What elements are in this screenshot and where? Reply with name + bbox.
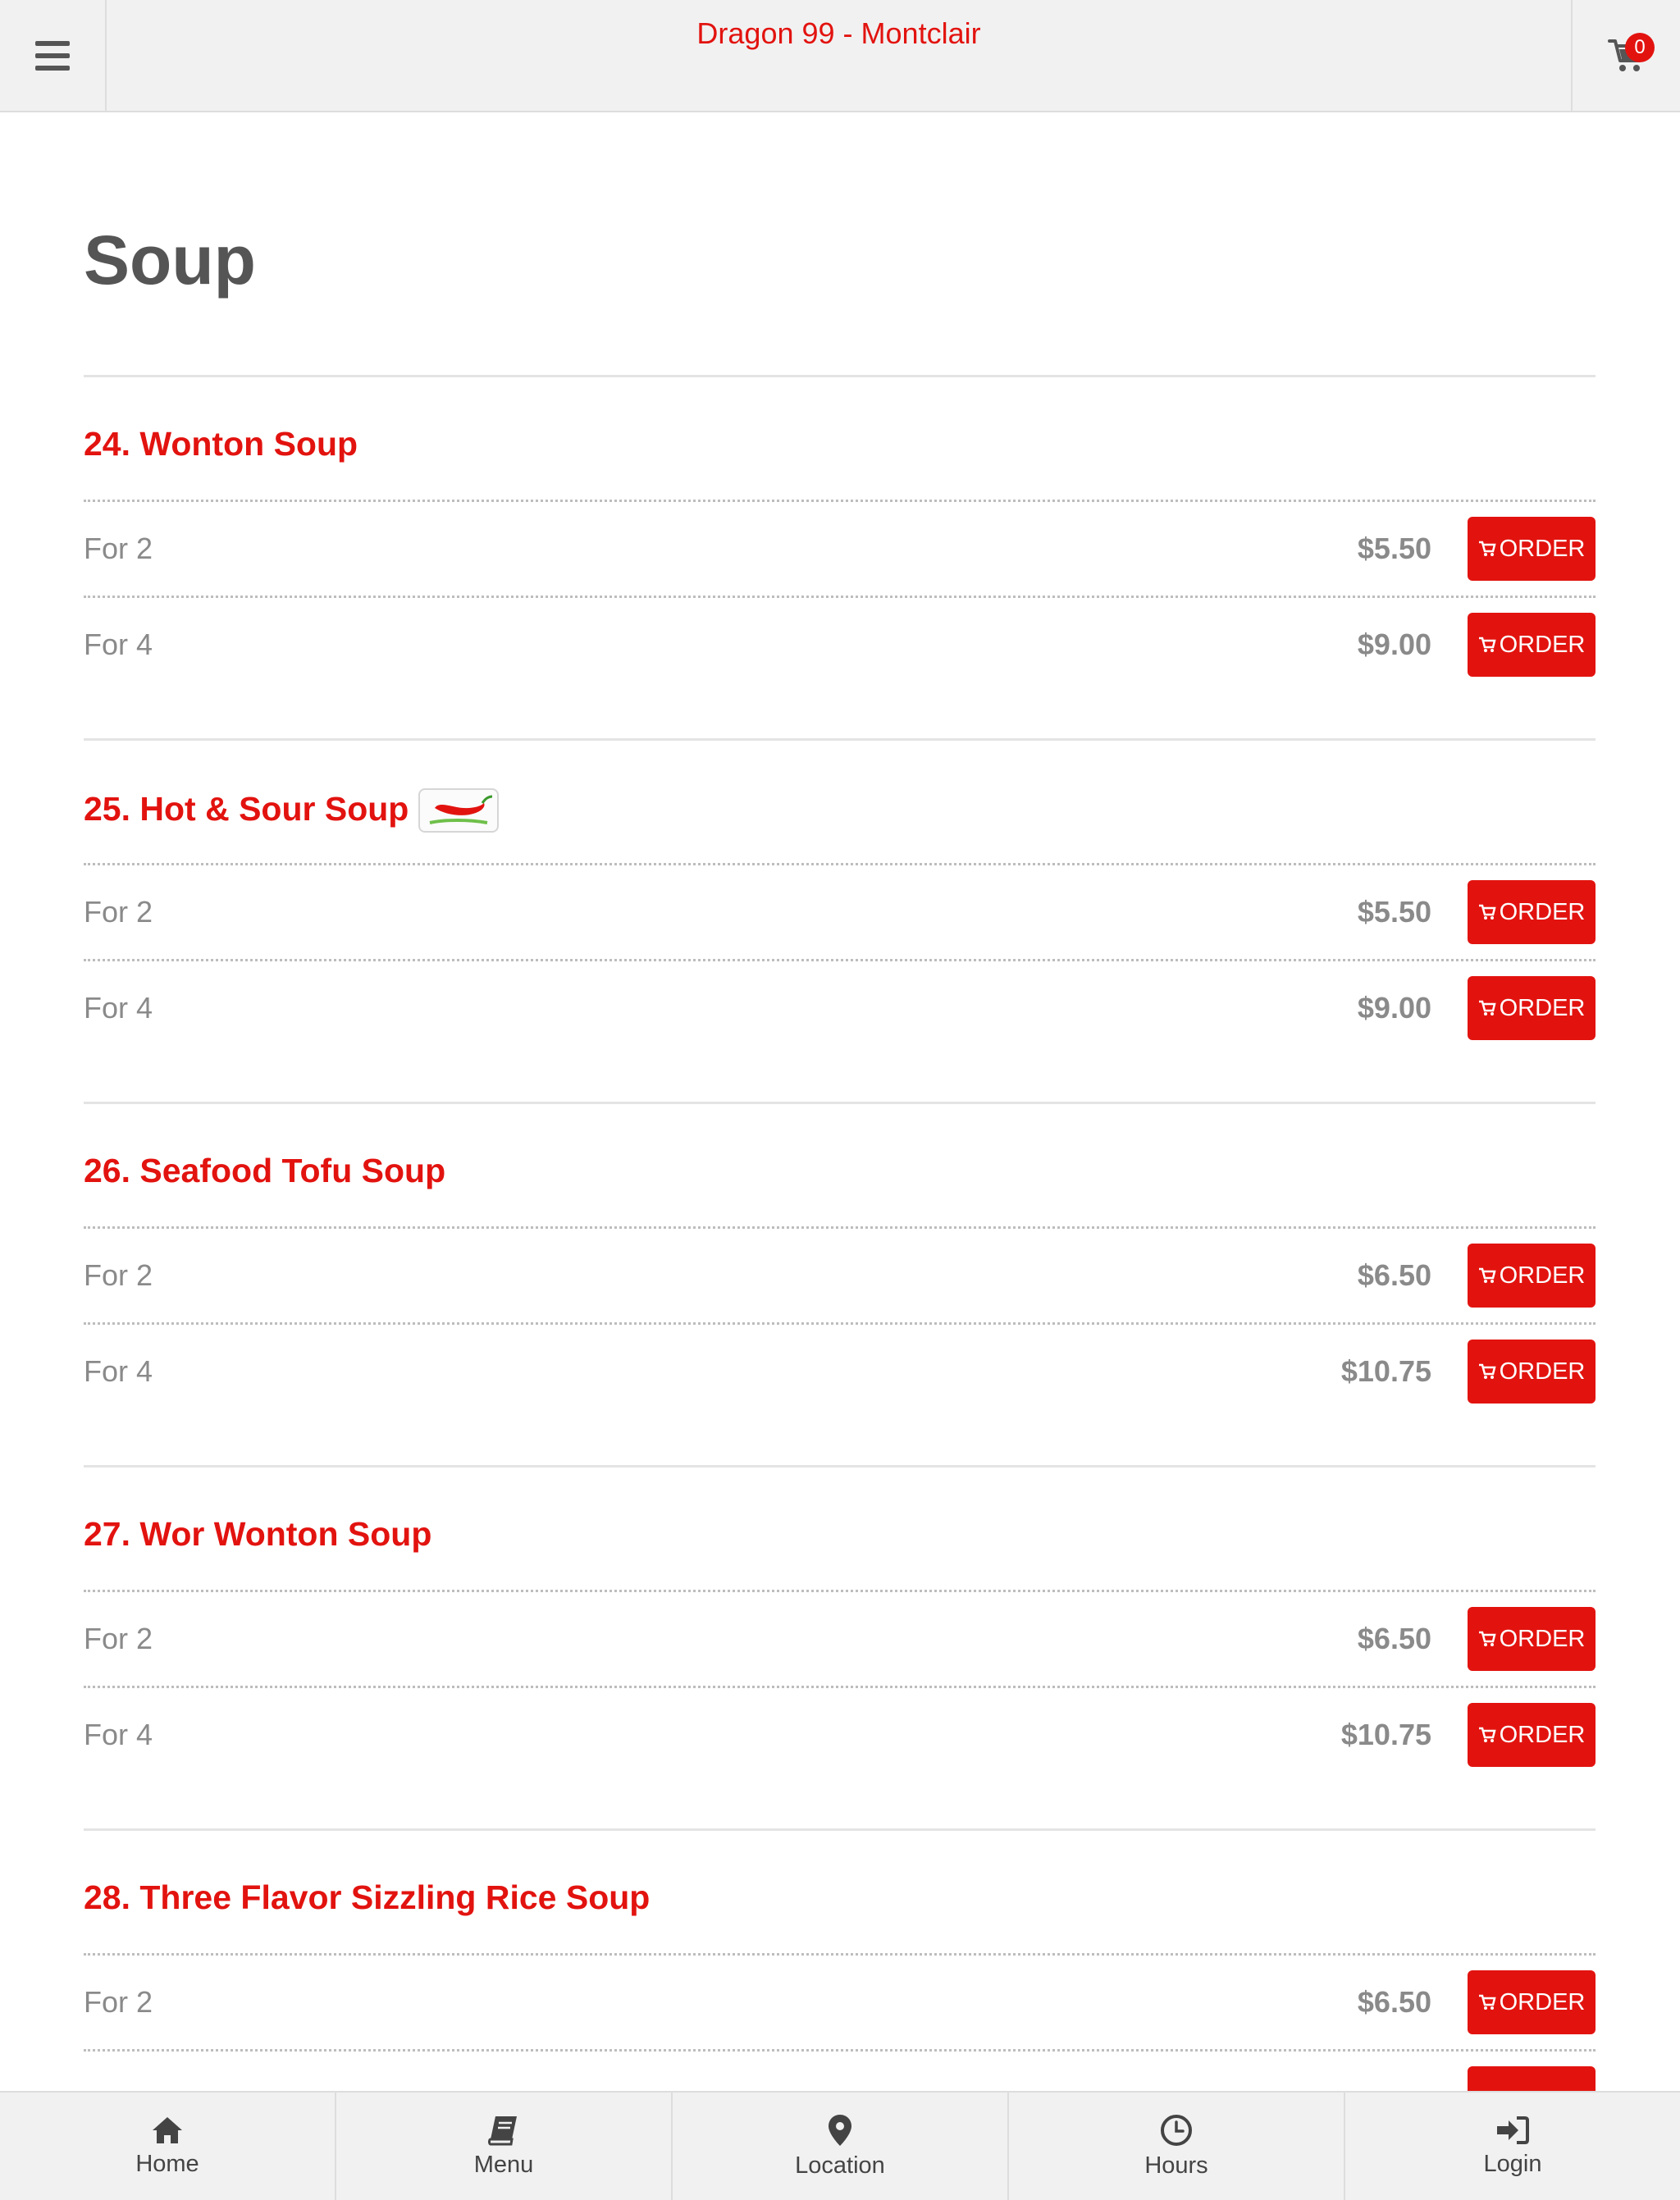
order-button[interactable]: ORDER [1468,880,1596,944]
cart-icon [1478,1727,1496,1742]
cart-icon [1478,541,1496,556]
size-label: For 4 [84,991,153,1025]
size-label: For 4 [84,628,153,661]
nav-label: Hours [1144,2152,1208,2179]
size-label: For 4 [84,1718,153,1751]
cart-icon [1478,637,1496,652]
cart-icon [1478,904,1496,920]
menu-item-name: 25. Hot & Sour Soup [84,787,500,833]
nav-menu[interactable]: Menu [336,2093,673,2200]
nav-login[interactable]: Login [1345,2093,1680,2200]
nav-location[interactable]: Location [673,2093,1009,2200]
size-label: For 2 [84,1985,153,2019]
book-icon [488,2116,517,2145]
cart-count-badge: 0 [1625,33,1655,62]
order-button[interactable]: ORDER [1468,613,1596,677]
price-row: For 2 $6.50 ORDER [84,1226,1596,1322]
price: $5.50 [1357,532,1431,565]
sign-in-icon [1497,2116,1529,2144]
nav-label: Home [135,2150,199,2177]
price: $6.50 [1357,1622,1431,1655]
size-label: For 4 [84,1354,153,1388]
size-label: For 2 [84,895,153,929]
price: $10.75 [1340,1354,1431,1388]
price-row: For 2 $6.50 ORDER [84,1953,1596,2049]
menu-item: 25. Hot & Sour Soup For 2 $5.50 ORDER Fo… [84,738,1596,1040]
order-button[interactable]: ORDER [1468,1607,1596,1671]
menu-item: 28. Three Flavor Sizzling Rice Soup For … [84,1828,1596,2130]
price-row: For 4 $10.75 ORDER [84,1686,1596,1782]
order-button[interactable]: ORDER [1468,1970,1596,2034]
nav-label: Location [795,2152,885,2179]
cart-icon [1478,1363,1496,1379]
price: $5.50 [1357,895,1431,929]
bottom-nav: Home Menu Location Hours Login [0,2091,1680,2200]
nav-home[interactable]: Home [0,2093,336,2200]
clock-icon [1161,2114,1192,2146]
menu-item: 26. Seafood Tofu Soup For 2 $6.50 ORDER … [84,1102,1596,1404]
cart-icon [1478,1000,1496,1016]
site-title: Dragon 99 - Montclair [696,16,981,50]
order-button[interactable]: ORDER [1468,976,1596,1040]
chili-pepper-icon [418,788,500,833]
price-row: For 4 $9.00 ORDER [84,959,1596,1055]
cart-icon [1478,1631,1496,1646]
price: $9.00 [1357,991,1431,1025]
price-row: For 4 $10.75 ORDER [84,1322,1596,1418]
menu-item-name: 28. Three Flavor Sizzling Rice Soup [84,1878,651,1916]
cart-icon [1478,1267,1496,1283]
price: $6.50 [1357,1985,1431,2019]
price: $10.75 [1340,1718,1431,1751]
nav-hours[interactable]: Hours [1009,2093,1345,2200]
price: $6.50 [1357,1258,1431,1292]
menu-item: 27. Wor Wonton Soup For 2 $6.50 ORDER Fo… [84,1465,1596,1767]
cart-button[interactable]: 0 [1571,0,1680,111]
price-row: For 4 $9.00 ORDER [84,596,1596,691]
category-title: Soup [84,221,256,299]
price-row: For 2 $6.50 ORDER [84,1590,1596,1686]
menu-item: 24. Wonton Soup For 2 $5.50 ORDER For 4 … [84,375,1596,677]
order-button[interactable]: ORDER [1468,1244,1596,1308]
price-row: For 2 $5.50 ORDER [84,863,1596,959]
size-label: For 2 [84,532,153,565]
price-row: For 2 $5.50 ORDER [84,500,1596,596]
price: $9.00 [1357,628,1431,661]
menu-item-name: 27. Wor Wonton Soup [84,1515,432,1553]
menu-toggle-button[interactable] [0,0,107,111]
nav-label: Menu [473,2151,534,2178]
order-button[interactable]: ORDER [1468,1703,1596,1767]
size-label: For 2 [84,1622,153,1655]
hamburger-icon [35,40,70,71]
order-button[interactable]: ORDER [1468,1340,1596,1404]
top-bar: Dragon 99 - Montclair 0 [0,0,1680,112]
cart-icon [1478,1994,1496,2010]
menu-item-name: 24. Wonton Soup [84,425,358,463]
map-pin-icon [829,2114,851,2146]
nav-label: Login [1483,2150,1542,2177]
order-button[interactable]: ORDER [1468,517,1596,581]
menu-item-name: 26. Seafood Tofu Soup [84,1152,446,1189]
home-icon [153,2116,182,2143]
size-label: For 2 [84,1258,153,1292]
